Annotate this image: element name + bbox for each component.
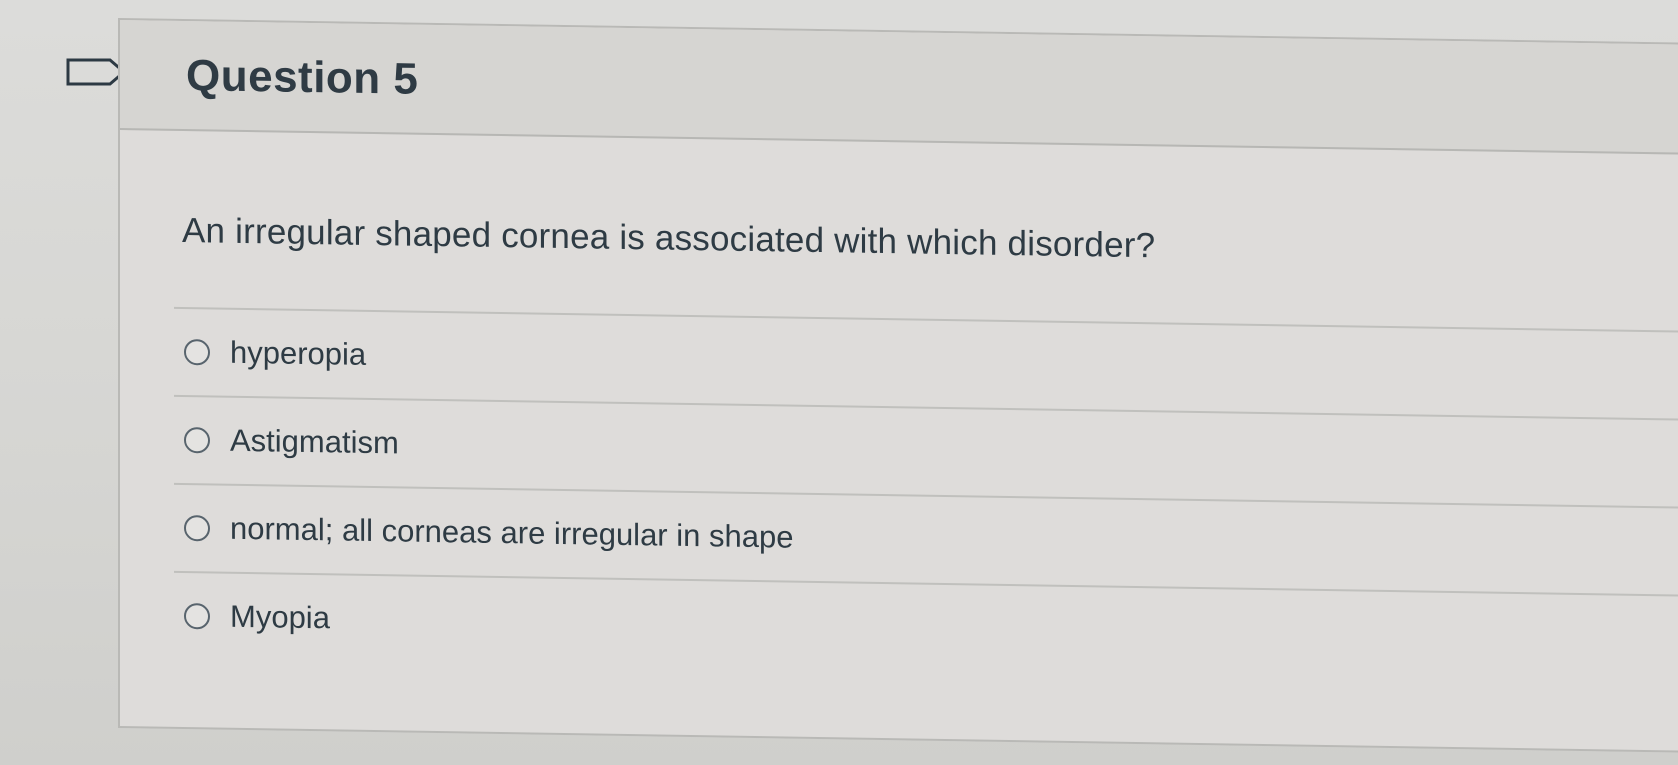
question-card: Question 5 An irregular shaped cornea is…: [118, 18, 1678, 754]
answer-label: hyperopia: [230, 334, 367, 372]
radio-unchecked-icon[interactable]: [184, 603, 210, 630]
question-text: An irregular shaped cornea is associated…: [182, 211, 1156, 266]
answer-label: Myopia: [230, 598, 330, 636]
question-header: Question 5: [120, 20, 1678, 156]
answer-label: normal; all corneas are irregular in sha…: [230, 510, 794, 555]
answer-list: hyperopia Astigmatism normal; all cornea…: [170, 306, 1678, 684]
radio-unchecked-icon[interactable]: [184, 515, 210, 542]
question-title: Question 5: [186, 51, 419, 104]
radio-unchecked-icon[interactable]: [184, 427, 210, 454]
quiz-screen: Question 5 An irregular shaped cornea is…: [0, 0, 1678, 765]
answer-label: Astigmatism: [230, 422, 399, 461]
radio-unchecked-icon[interactable]: [184, 339, 210, 366]
